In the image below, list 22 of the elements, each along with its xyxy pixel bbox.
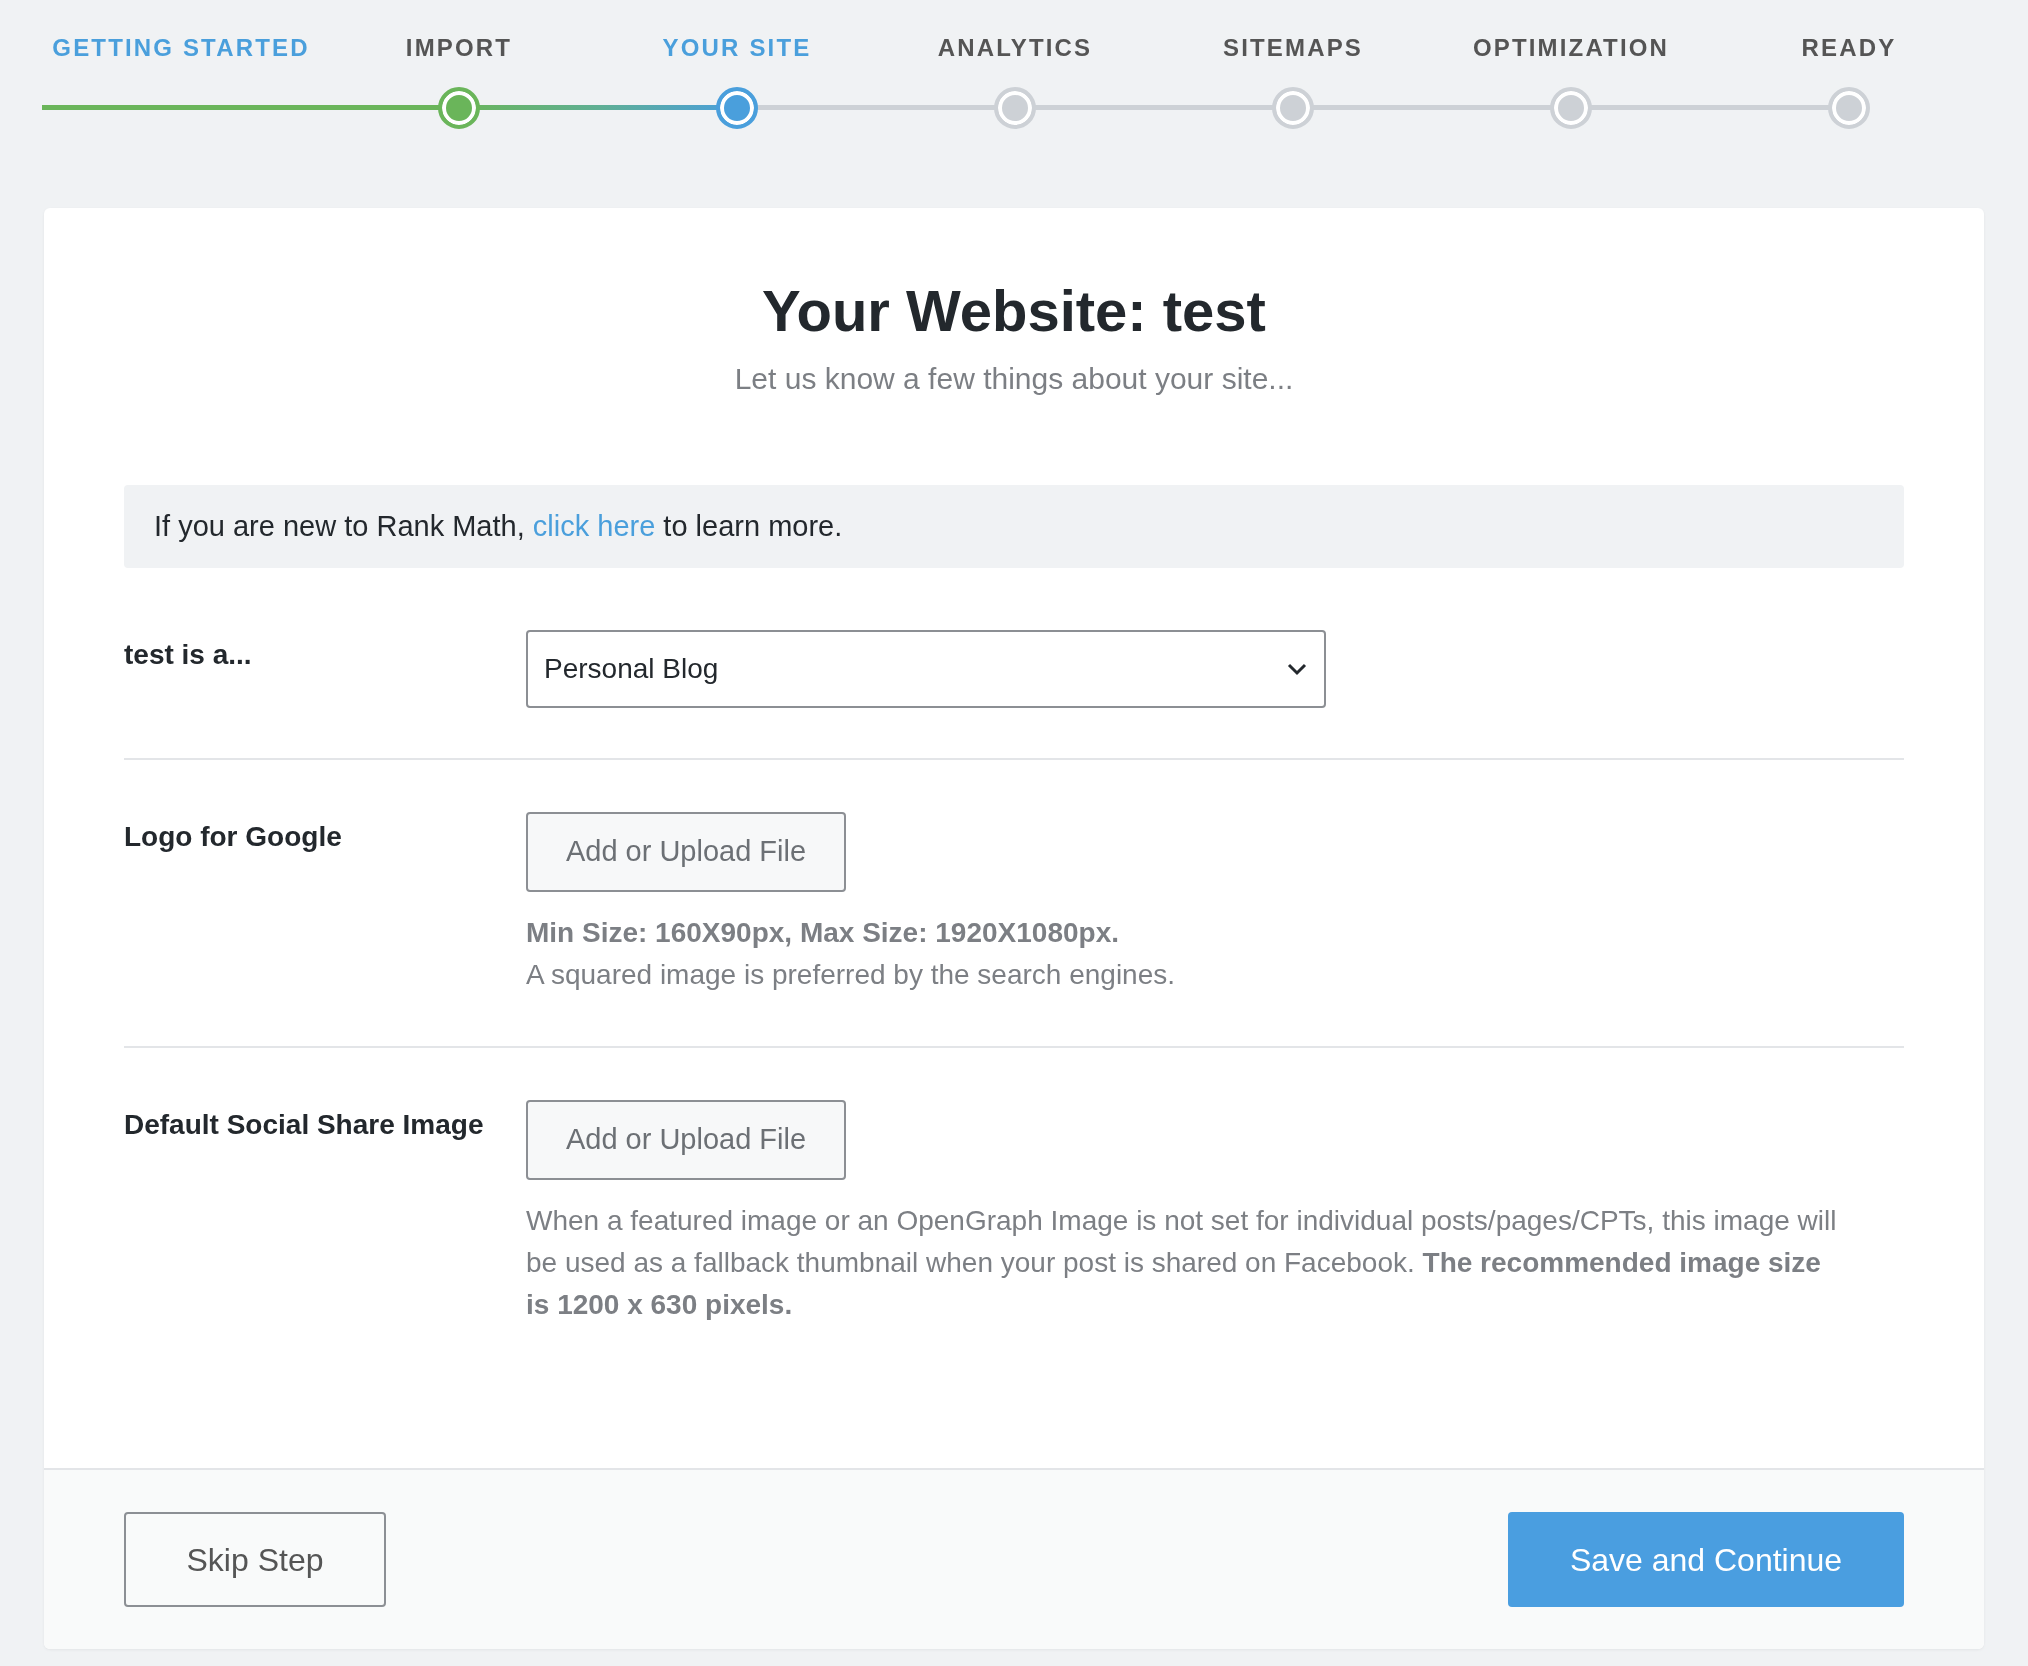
step-indicator bbox=[1828, 87, 1870, 129]
field-label: Default Social Share Image bbox=[124, 1108, 485, 1143]
help-text: When a featured image or an OpenGraph Image is not set for individual posts/pages/CPTs, this image will be used as a fallback thumbnail when your post is shared on Facebook. The recommended image size is 1200 x 630 pixels. bbox=[526, 1204, 1838, 1323]
step-label[interactable]: ANALYTICS bbox=[937, 32, 1093, 64]
step-label[interactable]: OPTIMIZATION bbox=[1472, 32, 1670, 64]
help-text: Min Size: 160X90px, Max Size: 1920X1080px. bbox=[526, 916, 1120, 951]
help-text: A squared image is preferred by the search engines. bbox=[526, 958, 1176, 993]
notice-text: If you are new to Rank Math, click here to learn more. bbox=[124, 484, 1904, 569]
field-label: Logo for Google bbox=[124, 820, 343, 855]
step-label[interactable]: READY bbox=[1801, 32, 1897, 64]
step-indicator bbox=[716, 87, 758, 129]
skip-step-button[interactable]: Skip Step bbox=[124, 1512, 386, 1608]
step-label[interactable]: SITEMAPS bbox=[1223, 32, 1363, 64]
upload-button[interactable]: Add or Upload File bbox=[526, 1100, 846, 1181]
chevron-down-icon bbox=[1286, 662, 1308, 677]
page-subtitle: Let us know a few things about your site... bbox=[733, 360, 1295, 397]
page-title: Your Website: test bbox=[761, 277, 1267, 345]
upload-button[interactable]: Add or Upload File bbox=[526, 812, 846, 893]
field-label: test is a... bbox=[124, 638, 253, 673]
step-indicator bbox=[438, 87, 480, 129]
step-label[interactable]: IMPORT bbox=[405, 32, 513, 64]
select-field[interactable]: Personal Blog bbox=[526, 630, 1326, 709]
